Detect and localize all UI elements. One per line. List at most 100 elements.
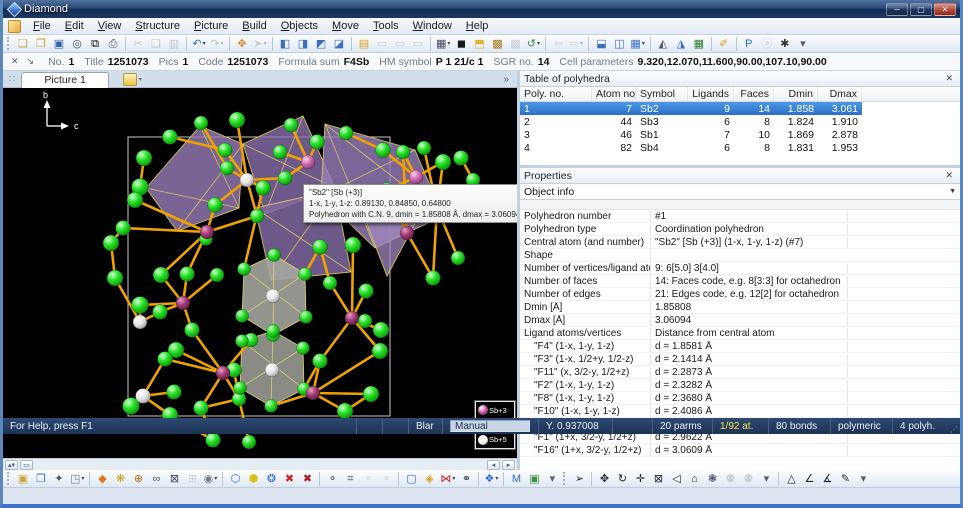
menu-objects[interactable]: Objects (274, 19, 325, 33)
table-grid-button[interactable]: ▦▾ (435, 36, 451, 52)
zoom-window-button[interactable]: ⊠ (650, 471, 666, 487)
select-mode-dropdown-icon[interactable]: ▾ (264, 40, 267, 47)
copy-picture-button[interactable]: ❐ (33, 471, 49, 487)
toolbar-options-button[interactable]: ▾ (795, 36, 811, 52)
column-header-atom-no-[interactable]: Atom no. (592, 87, 636, 101)
property-row[interactable]: Polyhedron typeCoordination polyhedron (520, 223, 960, 236)
fill-sphere-button[interactable]: ◉▾ (202, 471, 218, 487)
create-bonds-button[interactable]: ⚬ (324, 471, 340, 487)
picture-export-dropdown-icon[interactable]: ▾ (81, 475, 84, 482)
history-button[interactable]: ↺▾ (525, 36, 541, 52)
print-preview-button[interactable]: ⧉ (87, 36, 103, 52)
destroy-polyhedra-button[interactable]: ✖ (281, 471, 297, 487)
print-button[interactable]: ⎙ (105, 36, 121, 52)
title-bar[interactable]: Diamond ─▢✕ (3, 0, 960, 18)
picture-settings-button[interactable]: ▣ (15, 471, 31, 487)
tab-overflow-chevron-icon[interactable]: » (503, 74, 517, 85)
properties-close-icon[interactable]: ✕ (942, 170, 956, 181)
save-button[interactable]: ▣ (51, 36, 67, 52)
structure-3d-canvas[interactable]: bc "Sb2" [Sb (+3)] 1-x, 1-y, 1-z: 0.8913… (3, 88, 517, 458)
move-free-button[interactable]: ✥ (596, 471, 612, 487)
zoom-back-button[interactable]: ◁ (668, 471, 684, 487)
measure-free-button[interactable]: ✎ (837, 471, 853, 487)
assistant-wizard-button[interactable]: ✐ (716, 36, 732, 52)
column-header-faces[interactable]: Faces (734, 87, 774, 101)
undo-dropdown-icon[interactable]: ▾ (203, 40, 206, 47)
molecule-chain-button[interactable]: ∞ (148, 471, 164, 487)
scroll-left-button[interactable]: ◂ (487, 460, 500, 470)
fill-sphere-dropdown-icon[interactable]: ▾ (214, 475, 217, 482)
property-row[interactable]: Central atom (and number)"Sb2" [Sb (+3)]… (520, 236, 960, 249)
color-scheme-dropdown-icon[interactable]: ▾ (495, 475, 498, 482)
measure-distance-button[interactable]: △ (783, 471, 799, 487)
property-row[interactable]: Dmax [Å]3.06094 (520, 314, 960, 327)
layout-vertical-button[interactable]: ◫ (611, 36, 627, 52)
table-close-icon[interactable]: ✕ (942, 73, 956, 84)
add-atom-button[interactable]: ⊕ (130, 471, 146, 487)
spin-up-down-stepper[interactable]: ▴▾ (5, 460, 18, 470)
property-row[interactable]: Ligand atoms/verticesDistance from centr… (520, 327, 960, 340)
polyhedron-ball-button[interactable]: ❂ (263, 471, 279, 487)
menu-build[interactable]: Build (235, 19, 273, 33)
infobar-close-icon[interactable]: ✕ (7, 56, 23, 67)
infobar-dock-icon[interactable]: ↘ (23, 56, 39, 67)
polyhedra-row-1[interactable]: 17Sb29141.8583.061 (520, 102, 862, 115)
property-row[interactable]: "F16" (1+x, 3/2-y, 1/2+z)d = 3.0609 Å (520, 444, 960, 457)
column-header-poly-no-[interactable]: Poly. no. (520, 87, 592, 101)
toolbar-grip[interactable] (7, 37, 10, 50)
data-sheet-button[interactable]: ▤ (356, 36, 372, 52)
polyhedron-filled-button[interactable]: ⬢ (245, 471, 261, 487)
black-screen-button[interactable]: ◼ (453, 36, 469, 52)
diagram-plot-button[interactable]: ◭ (655, 36, 671, 52)
menu-view[interactable]: View (91, 19, 129, 33)
property-row[interactable]: Dmin [Å]1.85808 (520, 301, 960, 314)
polyhedron-outline-button[interactable]: ⬡ (227, 471, 243, 487)
connect-fe-button[interactable]: ⚭ (458, 471, 474, 487)
layout-table-dropdown-icon[interactable]: ▾ (642, 40, 645, 47)
color-scheme-button[interactable]: ❖▾ (483, 471, 499, 487)
property-row[interactable]: Number of edges21: Edges code, e.g. 12[2… (520, 288, 960, 301)
close-button[interactable]: ✕ (934, 3, 956, 16)
object-info-selector[interactable]: Object info ▼ (520, 184, 960, 200)
open-file-button[interactable]: ❐ (33, 36, 49, 52)
new-picture-button[interactable]: ⬒ (471, 36, 487, 52)
measure-options-button[interactable]: ▾ (855, 471, 871, 487)
toolbar-grip[interactable] (7, 472, 10, 485)
scroll-right-button[interactable]: ▸ (502, 460, 515, 470)
property-row[interactable]: Number of faces14: Faces code, e.g. 8[3:… (520, 275, 960, 288)
crystal-structure-scene[interactable]: bc (3, 88, 515, 458)
cell-fill-button[interactable]: ◈ (421, 471, 437, 487)
layout-table-button[interactable]: ▦▾ (629, 36, 645, 52)
property-row[interactable]: "F3" (1-x, 1/2+y, 1/2-z)d = 2.1414 Å (520, 353, 960, 366)
menu-edit[interactable]: Edit (58, 19, 91, 33)
history-dropdown-icon[interactable]: ▾ (537, 40, 540, 47)
picture-tools-button[interactable]: ✦ (51, 471, 67, 487)
tab-picture-1[interactable]: Picture 1 (21, 72, 108, 88)
menu-move[interactable]: Move (325, 19, 366, 33)
measure-m-button[interactable]: M (508, 471, 524, 487)
view-structure-button[interactable]: ◧ (277, 36, 293, 52)
maximize-button[interactable]: ▢ (910, 3, 932, 16)
toolbar-grip[interactable] (563, 472, 566, 485)
minimize-button[interactable]: ─ (886, 3, 908, 16)
polyhedra-row-2[interactable]: 244Sb3681.8241.910 (520, 115, 862, 128)
undo-button[interactable]: ↶▾ (191, 36, 207, 52)
property-row[interactable]: Number of vertices/ligand atoms9: 6[5.0]… (520, 262, 960, 275)
molecule-marker-button[interactable]: ✱ (777, 36, 793, 52)
edit-bonds-button[interactable]: ⌗ (342, 471, 358, 487)
home-view-button[interactable]: ⌂ (686, 471, 702, 487)
property-row[interactable]: Polyhedron number#1 (520, 210, 960, 223)
cell-edges-button[interactable]: ▢ (403, 471, 419, 487)
table-grid-dropdown-icon[interactable]: ▾ (447, 40, 450, 47)
add-all-atoms-button[interactable]: ❋ (112, 471, 128, 487)
next-picture-dropdown-icon[interactable]: ▾ (580, 40, 583, 47)
picture-thumb-button[interactable]: ▣ (526, 471, 542, 487)
menu-structure[interactable]: Structure (128, 19, 187, 33)
new-picture-dropdown-icon[interactable]: ▾ (139, 76, 142, 83)
destroy-cell-dropdown-icon[interactable]: ▾ (452, 475, 455, 482)
column-header-dmin[interactable]: Dmin (774, 87, 818, 101)
find-button[interactable]: ◎ (69, 36, 85, 52)
menu-tools[interactable]: Tools (366, 19, 406, 33)
menu-window[interactable]: Window (406, 19, 459, 33)
destroy-all-polyhedra-button[interactable]: ✖ (299, 471, 315, 487)
